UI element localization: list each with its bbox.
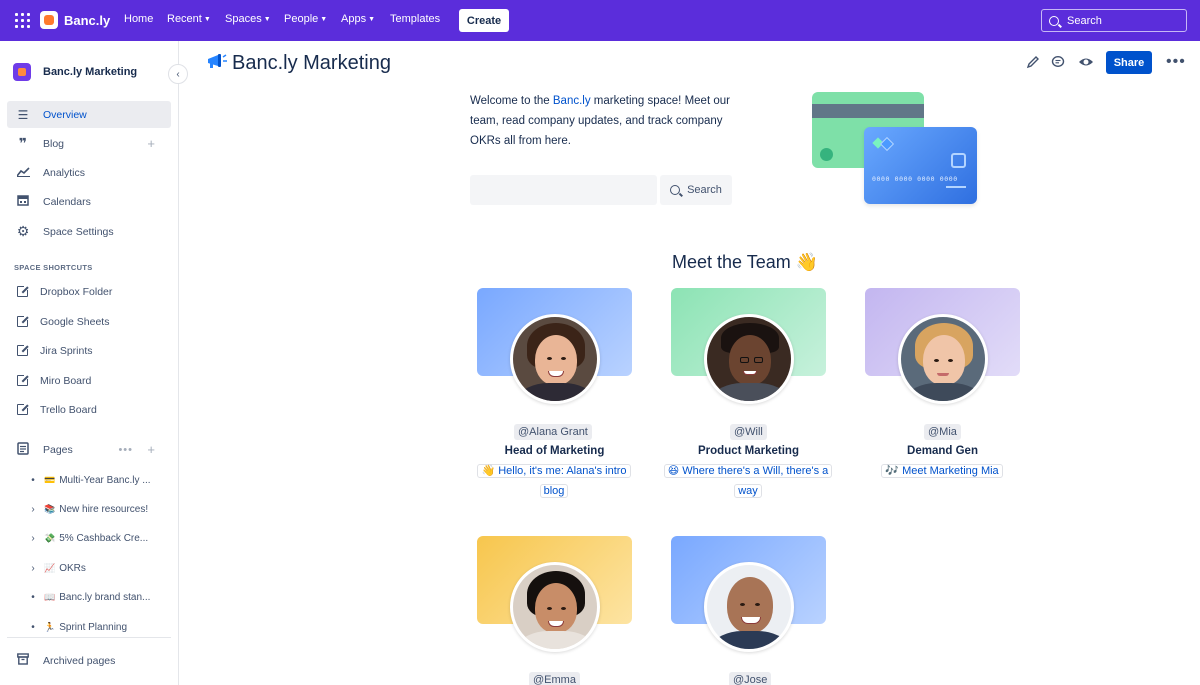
member-mention[interactable]: @Will xyxy=(730,424,767,440)
page-header: Banc.ly Marketing xyxy=(206,52,391,75)
external-link-icon xyxy=(17,314,30,327)
page-tree-item[interactable]: • 💳 Multi-Year Banc.ly ... xyxy=(28,469,173,491)
avatar xyxy=(704,314,794,404)
team-heading: Meet the Team 👋 xyxy=(672,252,819,272)
chevron-down-icon: ▼ xyxy=(203,15,211,23)
member-role: Head of Marketing xyxy=(504,445,605,457)
bancly-logo-icon xyxy=(40,11,58,29)
share-button[interactable]: Share xyxy=(1106,51,1152,74)
sidebar-item-overview[interactable]: ☰ Overview xyxy=(7,101,171,128)
chart-line-icon xyxy=(15,166,31,180)
bancly-logo-icon xyxy=(874,137,892,149)
shortcut-miro-board[interactable]: Miro Board xyxy=(7,367,171,394)
shortcut-jira-sprints[interactable]: Jira Sprints xyxy=(7,337,171,364)
member-role: Product Marketing xyxy=(698,445,799,457)
page-tree-item[interactable]: • 🏃 Sprint Planning xyxy=(28,616,173,638)
create-button[interactable]: Create xyxy=(459,9,509,32)
page-title: Banc.ly Marketing xyxy=(232,52,391,74)
chevron-down-icon: ▼ xyxy=(263,15,271,23)
nav-recent[interactable]: Recent ▼ xyxy=(167,13,211,25)
more-actions-icon[interactable]: ••• xyxy=(1166,53,1186,71)
chevron-down-icon: ▼ xyxy=(368,15,376,23)
page-tree-item[interactable]: › 💸 5% Cashback Cre... xyxy=(28,527,173,549)
nav-spaces[interactable]: Spaces ▼ xyxy=(225,13,271,25)
space-shortcuts-heading: SPACE SHORTCUTS xyxy=(14,263,93,272)
sidebar-item-analytics[interactable]: Analytics xyxy=(7,159,171,186)
page-tree-item[interactable]: › 📚 New hire resources! xyxy=(28,498,173,520)
member-mention[interactable]: @Alana Grant xyxy=(514,424,592,440)
watch-eye-icon[interactable] xyxy=(1078,55,1094,71)
global-search-input[interactable]: Search xyxy=(1041,9,1187,32)
shortcut-trello-board[interactable]: Trello Board xyxy=(7,396,171,423)
megaphone-icon xyxy=(206,52,228,75)
comment-icon[interactable] xyxy=(1050,55,1066,71)
sidebar-divider xyxy=(7,637,171,638)
avatar xyxy=(898,314,988,404)
quote-icon: ❞ xyxy=(18,135,28,151)
chevron-left-icon: ‹ xyxy=(176,68,180,80)
member-intro-link[interactable]: 😆 Where there's a Will, there's a way xyxy=(662,461,834,501)
external-link-icon xyxy=(17,343,30,356)
search-icon xyxy=(1049,15,1059,26)
member-mention[interactable]: @Emma xyxy=(529,672,580,685)
chevron-down-icon: ▼ xyxy=(320,15,328,23)
avatar xyxy=(704,562,794,652)
member-mention[interactable]: @Mia xyxy=(924,424,961,440)
archive-icon xyxy=(15,653,31,668)
sidebar-item-blog[interactable]: ❞ Blog + xyxy=(7,130,171,157)
member-role: Demand Gen xyxy=(907,445,978,457)
external-link-icon xyxy=(17,373,30,386)
card-number: 0000 0000 0000 0000 xyxy=(872,175,958,183)
nav-apps[interactable]: Apps ▼ xyxy=(341,13,375,25)
nav-templates[interactable]: Templates xyxy=(390,13,440,25)
welcome-text: Welcome to the Banc.ly marketing space! … xyxy=(470,95,730,147)
page-tree-item[interactable]: • 📖 Banc.ly brand stan... xyxy=(28,586,173,608)
sidebar: Banc.ly Marketing ☰ Overview ❞ Blog + An… xyxy=(0,41,179,685)
bancly-link[interactable]: Banc.ly xyxy=(553,95,591,107)
credit-card-illustration-front: 0000 0000 0000 0000 xyxy=(864,127,977,204)
nav-home[interactable]: Home xyxy=(124,13,153,25)
shortcut-dropbox-folder[interactable]: Dropbox Folder xyxy=(7,278,171,305)
sidebar-item-calendars[interactable]: Calendars xyxy=(7,188,171,215)
sidebar-item-archived-pages[interactable]: Archived pages xyxy=(7,647,171,674)
page-search-button[interactable]: Search xyxy=(660,175,732,205)
lines-icon: ☰ xyxy=(17,107,29,122)
page-search-input[interactable] xyxy=(470,175,657,205)
app-switcher-icon[interactable] xyxy=(15,13,30,28)
gear-icon: ⚙ xyxy=(16,223,30,239)
search-icon xyxy=(670,185,681,195)
avatar xyxy=(510,314,600,404)
top-navigation: Banc.ly Home Recent ▼ Spaces ▼ People ▼ App… xyxy=(0,0,1200,41)
add-blog-icon[interactable]: + xyxy=(147,136,155,151)
member-intro-link[interactable]: 👋 Hello, it's me: Alana's intro blog xyxy=(468,461,640,501)
space-logo-icon xyxy=(13,63,31,81)
sidebar-item-space-settings[interactable]: ⚙ Space Settings xyxy=(7,218,171,245)
space-name: Banc.ly Marketing xyxy=(43,66,138,78)
avatar xyxy=(510,562,600,652)
nav-people[interactable]: People ▼ xyxy=(284,13,327,25)
brand-logo[interactable]: Banc.ly xyxy=(40,11,110,29)
sidebar-item-pages[interactable]: Pages ••• + xyxy=(7,436,171,463)
edit-icon[interactable] xyxy=(1025,55,1041,71)
calendar-icon xyxy=(15,194,31,209)
external-link-icon xyxy=(17,402,30,415)
member-mention[interactable]: @Jose xyxy=(729,672,772,685)
space-header[interactable]: Banc.ly Marketing xyxy=(13,63,137,81)
add-page-icon[interactable]: + xyxy=(147,442,155,457)
shortcut-google-sheets[interactable]: Google Sheets xyxy=(7,308,171,335)
brand-name: Banc.ly xyxy=(64,12,111,28)
external-link-icon xyxy=(17,284,30,297)
member-intro-link[interactable]: 🎶 Meet Marketing Mia xyxy=(856,461,1028,481)
collapse-sidebar-button[interactable]: ‹ xyxy=(168,64,188,84)
page-tree-item[interactable]: › 📈 OKRs xyxy=(28,557,173,579)
more-icon[interactable]: ••• xyxy=(118,444,133,456)
document-icon xyxy=(15,441,31,458)
